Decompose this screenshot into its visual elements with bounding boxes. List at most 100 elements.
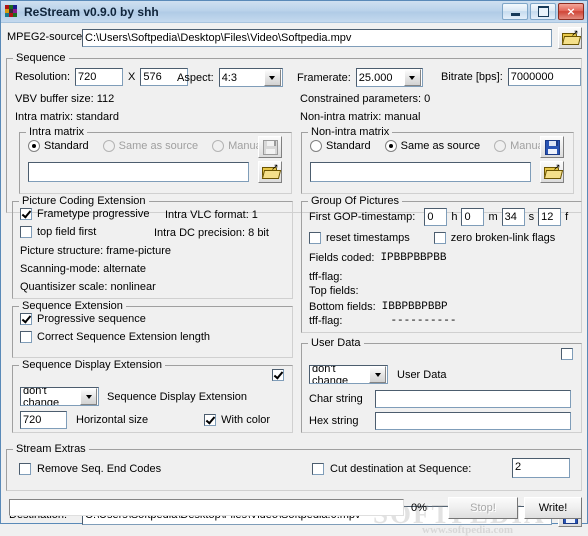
- frametype-progressive-label: Frametype progressive: [37, 208, 150, 220]
- nonintra-matrix-same-as-source-radio[interactable]: [384, 140, 397, 152]
- maximize-button[interactable]: [530, 3, 556, 20]
- client-area: MPEG2-source: C:\Users\Softpedia\Desktop…: [1, 23, 587, 536]
- top-field-first-checkbox[interactable]: [20, 226, 32, 238]
- top-fields-label: Top fields:: [309, 285, 359, 297]
- stop-button[interactable]: Stop!: [448, 497, 518, 519]
- aspect-value: 4:3: [221, 71, 237, 84]
- user-data-mode-select[interactable]: don't change: [309, 365, 388, 384]
- fields-coded-label: Fields coded:: [309, 252, 375, 264]
- progress-bar: [9, 499, 404, 516]
- constrained-parameters-label: Constrained parameters: 0: [300, 93, 431, 105]
- folder-open-icon: ↗: [261, 164, 281, 179]
- framerate-label: Framerate:: [297, 71, 351, 84]
- sequence-display-extension-enable-checkbox[interactable]: [272, 369, 284, 381]
- nonintra-matrix-browse-button[interactable]: ↗: [540, 161, 564, 183]
- correct-sequence-extension-length-checkbox[interactable]: [20, 331, 32, 343]
- cut-destination-label: Cut destination at Sequence:: [330, 463, 472, 475]
- group-of-pictures-title: Group Of Pictures: [308, 195, 403, 207]
- horizontal-size-input[interactable]: 720: [20, 411, 67, 429]
- frametype-progressive-checkbox[interactable]: [20, 208, 32, 220]
- gop-frames-unit: f: [565, 211, 569, 223]
- nonintra-matrix-group: Non-intra matrix Standard Same as source…: [301, 126, 574, 194]
- intra-matrix-manual-radio[interactable]: [212, 140, 225, 152]
- progress-percent-label: 0%: [411, 502, 427, 514]
- progressive-sequence-label: Progressive sequence: [37, 313, 146, 325]
- sequence-group-title: Sequence: [13, 52, 69, 64]
- aspect-select[interactable]: 4:3: [218, 68, 283, 87]
- gop-seconds-input[interactable]: 34: [501, 208, 525, 226]
- gop-seconds-unit: s: [528, 211, 535, 223]
- reset-timestamps-checkbox[interactable]: [309, 232, 321, 244]
- remove-seq-end-codes-checkbox[interactable]: [19, 463, 31, 475]
- horizontal-size-label: Horizontal size: [76, 414, 149, 426]
- progressive-sequence-checkbox[interactable]: [20, 313, 32, 325]
- stream-extras-group: Stream Extras Remove Seq. End Codes Cut …: [6, 443, 582, 491]
- user-data-group: User Data don't change User Data Char st…: [301, 337, 582, 433]
- source-label: MPEG2-source:: [7, 31, 86, 43]
- sequence-group: Sequence Resolution: 720 X 576 Aspect: 4…: [6, 52, 582, 213]
- zero-broken-link-flags-checkbox[interactable]: [433, 232, 446, 244]
- window-controls: ×: [502, 3, 584, 20]
- correct-sequence-extension-length-label: Correct Sequence Extension length: [37, 331, 211, 343]
- intra-matrix-same-as-source-radio[interactable]: [102, 140, 115, 152]
- picture-coding-extension-title: Picture Coding Extension: [19, 195, 149, 207]
- intra-matrix-path-input[interactable]: [28, 162, 249, 182]
- with-color-label: With color: [221, 414, 271, 426]
- bottom-fields-label: Bottom fields:: [309, 301, 376, 313]
- resolution-width-input[interactable]: 720: [75, 68, 124, 86]
- floppy-save-icon: [544, 139, 560, 155]
- sequence-display-extension-title: Sequence Display Extension: [19, 359, 166, 371]
- chevron-down-icon[interactable]: [369, 366, 386, 383]
- title-bar[interactable]: ReStream v0.9.0 by shh ×: [1, 1, 587, 23]
- nonintra-matrix-standard-radio[interactable]: [310, 140, 322, 152]
- gop-hours-input[interactable]: 0: [424, 208, 448, 226]
- intra-matrix-standard-radio[interactable]: [28, 140, 40, 152]
- nonintra-matrix-save-button[interactable]: [540, 136, 564, 158]
- minimize-button[interactable]: [502, 3, 528, 20]
- with-color-checkbox[interactable]: [204, 414, 217, 426]
- resolution-x-label: X: [128, 71, 136, 83]
- window-title: ReStream v0.9.0 by shh: [24, 4, 159, 19]
- nonintra-matrix-manual-radio[interactable]: [494, 140, 507, 152]
- bitrate-label: Bitrate [bps]:: [441, 71, 503, 83]
- nonintra-matrix-path-input[interactable]: [310, 162, 531, 182]
- cut-destination-checkbox[interactable]: [312, 463, 324, 475]
- bitrate-input[interactable]: 7000000: [507, 68, 581, 86]
- group-of-pictures-group: Group Of Pictures First GOP-timestamp: 0…: [301, 195, 582, 333]
- fields-coded-value: IPBBPBBPBB: [380, 252, 447, 264]
- quantisizer-scale-label: Quantisizer scale: nonlinear: [20, 281, 156, 293]
- first-gop-timestamp-label: First GOP-timestamp:: [309, 211, 416, 223]
- framerate-select[interactable]: 25.000: [355, 68, 423, 87]
- remove-seq-end-codes-label: Remove Seq. End Codes: [37, 463, 162, 475]
- intra-matrix-save-button[interactable]: [258, 136, 282, 158]
- chevron-down-icon[interactable]: [80, 388, 97, 405]
- cut-destination-input[interactable]: 2: [512, 458, 570, 478]
- close-icon: ×: [566, 5, 576, 18]
- char-string-input[interactable]: [375, 390, 571, 408]
- resolution-label: Resolution:: [15, 71, 71, 83]
- hex-string-label: Hex string: [309, 415, 359, 427]
- scanning-mode-label: Scanning-mode: alternate: [20, 263, 146, 275]
- user-data-enable-checkbox[interactable]: [561, 348, 573, 360]
- sequence-extension-title: Sequence Extension: [19, 300, 126, 312]
- chevron-down-icon[interactable]: [263, 69, 281, 86]
- close-button[interactable]: ×: [558, 3, 584, 20]
- chevron-down-icon[interactable]: [403, 69, 421, 86]
- maximize-icon: [537, 6, 549, 17]
- hex-string-input[interactable]: [375, 412, 571, 430]
- source-input[interactable]: C:\Users\Softpedia\Desktop\Files\Video\S…: [82, 29, 552, 47]
- intra-matrix-status-label: Intra matrix: standard: [15, 111, 119, 123]
- intra-matrix-browse-button[interactable]: ↗: [258, 161, 282, 183]
- nonintra-matrix-standard-label: Standard: [326, 140, 371, 152]
- app-grid-icon: [5, 4, 19, 19]
- sequence-extension-group: Sequence Extension Progressive sequence …: [12, 300, 293, 358]
- gop-minutes-input[interactable]: 0: [461, 208, 485, 226]
- user-data-mode-label: User Data: [397, 368, 447, 381]
- intra-dc-precision-label: Intra DC precision: 8 bit: [154, 227, 269, 239]
- sequence-display-extension-mode-select[interactable]: don't change: [20, 387, 99, 406]
- intra-matrix-standard-label: Standard: [44, 140, 89, 152]
- source-browse-button[interactable]: ↗: [558, 27, 582, 49]
- gop-frames-input[interactable]: 12: [538, 208, 562, 226]
- write-button[interactable]: Write!: [524, 497, 582, 519]
- watermark-small: www.softpedia.com: [422, 524, 514, 536]
